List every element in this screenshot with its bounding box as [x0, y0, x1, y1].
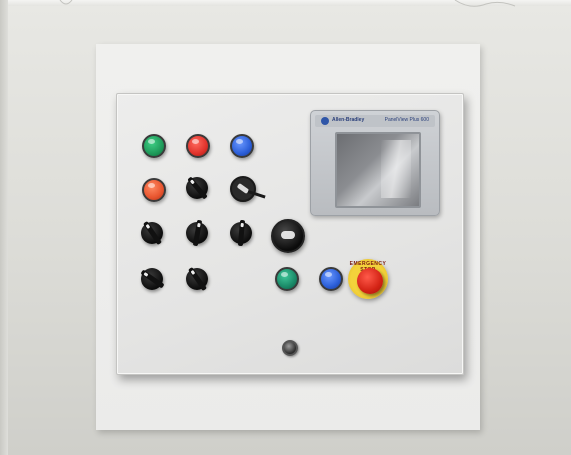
- indicator-lamp: [282, 340, 298, 356]
- pilot-light-red[interactable]: [186, 134, 210, 158]
- pilot-light-blue[interactable]: [230, 134, 254, 158]
- hmi-model: PanelView Plus 600: [384, 117, 429, 123]
- pilot-light-orange[interactable]: [142, 178, 166, 202]
- mode-selector-switch[interactable]: [271, 219, 305, 253]
- wall-left-shadow: [0, 0, 8, 455]
- pilot-light-green[interactable]: [142, 134, 166, 158]
- screen-glare: [381, 140, 411, 198]
- rotary-selector-switch[interactable]: [141, 220, 163, 246]
- rotary-selector-switch[interactable]: [140, 268, 165, 290]
- emergency-stop-button[interactable]: EMERGENCY STOP: [348, 259, 388, 299]
- rotary-selector-switch[interactable]: [186, 176, 208, 200]
- push-button-green[interactable]: [275, 267, 299, 291]
- wall-crack: [59, 0, 516, 7]
- rotary-selector-switch[interactable]: [186, 219, 208, 247]
- key-switch[interactable]: [230, 176, 266, 202]
- hmi-header: Allen-Bradley PanelView Plus 600: [315, 115, 435, 127]
- hmi-operator-terminal[interactable]: Allen-Bradley PanelView Plus 600: [310, 110, 440, 216]
- hmi-brand: Allen-Bradley: [332, 117, 365, 123]
- rotary-selector-switch[interactable]: [186, 266, 208, 292]
- estop-mushroom-head[interactable]: [357, 268, 383, 294]
- brand-logo-icon: [321, 117, 329, 125]
- rotary-selector-switch[interactable]: [230, 219, 252, 247]
- hmi-touchscreen[interactable]: [335, 132, 421, 208]
- push-button-blue[interactable]: [319, 267, 343, 291]
